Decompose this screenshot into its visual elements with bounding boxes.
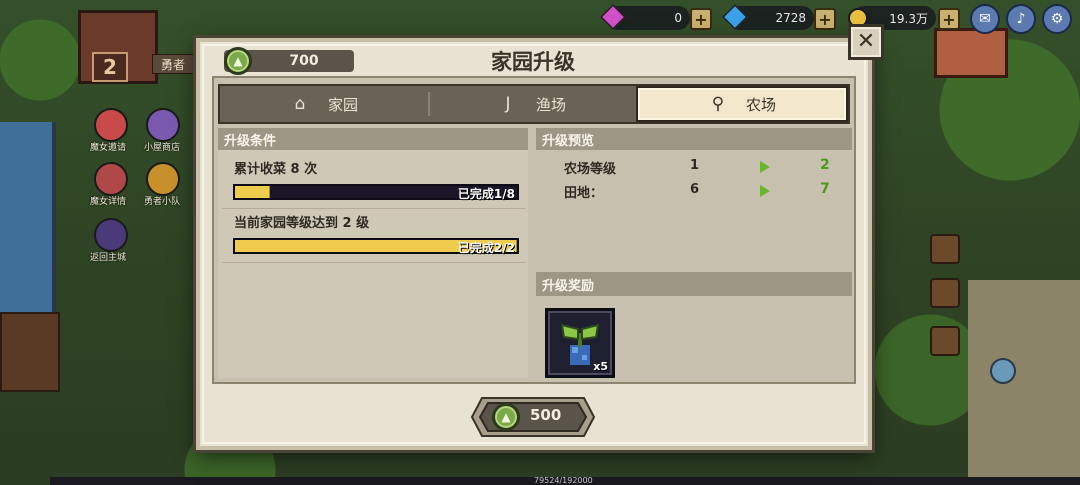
- current-resource-amount: 700: [289, 53, 319, 69]
- add-diamond-button[interactable]: +: [814, 8, 836, 30]
- condition-progress-bar: 已完成1/8: [233, 184, 519, 201]
- condition-text: 累计收菜 8 次: [234, 162, 318, 177]
- arrow-right-icon: [760, 161, 770, 173]
- tab-label: 农场: [745, 95, 776, 114]
- tree-stump: [930, 278, 960, 308]
- tab-label: 渔场: [535, 95, 566, 114]
- wooden-dock: [0, 312, 60, 392]
- experience-bar: 79524/192000: [50, 476, 1080, 485]
- preview-label: 农场等级: [564, 162, 617, 177]
- side-button-label: 小屋商店: [144, 143, 181, 153]
- preview-next-value: 7: [820, 181, 830, 197]
- sound-icon[interactable]: ♪: [1006, 4, 1036, 34]
- witch-details-icon[interactable]: [94, 162, 128, 196]
- upgrade-category-tabs: ⌂ 家园 J 渔场 ⚲ 农场: [218, 84, 850, 124]
- close-icon: ✕: [856, 29, 876, 54]
- arrow-right-icon: [760, 185, 770, 197]
- preview-current-value: 6: [690, 182, 700, 197]
- dirt-path: [968, 280, 1080, 485]
- progress-label: 已完成1/8: [457, 187, 515, 201]
- preview-heading: 升级预览: [536, 128, 852, 150]
- upgrade-button[interactable]: ▲ 500: [470, 396, 596, 438]
- condition-text: 当前家园等级达到 2 级: [234, 216, 370, 231]
- gem-counter: 0: [600, 4, 690, 30]
- pond-water: [0, 122, 56, 312]
- hero-squad-icon[interactable]: [146, 162, 180, 196]
- tab-farm[interactable]: ⚲ 农场: [636, 86, 848, 122]
- tab-label: 家园: [327, 95, 358, 114]
- side-button-label: 返回主城: [90, 253, 127, 263]
- diamond-counter: 2728: [722, 4, 814, 30]
- conditions-heading: 升级条件: [218, 128, 528, 150]
- rewards-heading: 升级奖励: [536, 272, 852, 296]
- preview-current-value: 1: [690, 158, 700, 173]
- add-gold-button[interactable]: +: [938, 8, 960, 30]
- hero-tag-label: 勇者: [152, 54, 200, 74]
- upgrade-material-icon: ▲: [492, 403, 520, 431]
- side-button-label: 魔女详情: [90, 197, 127, 207]
- row-divider: [222, 262, 526, 263]
- reward-item-slot[interactable]: x5: [545, 308, 615, 378]
- close-button[interactable]: ✕: [848, 24, 884, 60]
- upgrade-cost: 500: [530, 406, 562, 424]
- witch-invite-icon[interactable]: [94, 108, 128, 142]
- dialog-title: 家园升级: [491, 50, 575, 74]
- settings-gear-icon[interactable]: ⚙: [1042, 4, 1072, 34]
- tab-home[interactable]: ⌂ 家园: [220, 86, 428, 122]
- side-button-label: 勇者小队: [144, 197, 181, 207]
- fishhook-icon: J: [505, 94, 511, 114]
- treasure-chest-sprite[interactable]: [934, 28, 1008, 78]
- house-icon: ⌂: [294, 94, 306, 114]
- side-button-label: 魔女邀请: [90, 143, 127, 153]
- cabin-shop-icon[interactable]: [146, 108, 180, 142]
- preview-next-value: 2: [820, 157, 830, 173]
- tree-stump: [930, 326, 960, 356]
- condition-progress-bar: 已完成2/2: [233, 238, 519, 255]
- add-gem-button[interactable]: +: [690, 8, 712, 30]
- preview-label: 田地：: [564, 186, 604, 201]
- tree-stump: [930, 234, 960, 264]
- progress-fill: [235, 186, 271, 198]
- reward-count: x5: [593, 360, 608, 373]
- experience-text: 79524/192000: [534, 476, 593, 485]
- shovel-icon: ⚲: [711, 94, 725, 114]
- row-divider: [222, 208, 526, 209]
- progress-label: 已完成2/2: [457, 241, 515, 255]
- return-city-icon[interactable]: [94, 218, 128, 252]
- mail-icon[interactable]: ✉: [970, 4, 1000, 34]
- house-level-badge: 2: [92, 52, 128, 82]
- blue-slime-sprite[interactable]: [990, 358, 1016, 384]
- tab-fishery[interactable]: J 渔场: [428, 86, 636, 122]
- upgrade-material-icon: ▲: [224, 47, 252, 75]
